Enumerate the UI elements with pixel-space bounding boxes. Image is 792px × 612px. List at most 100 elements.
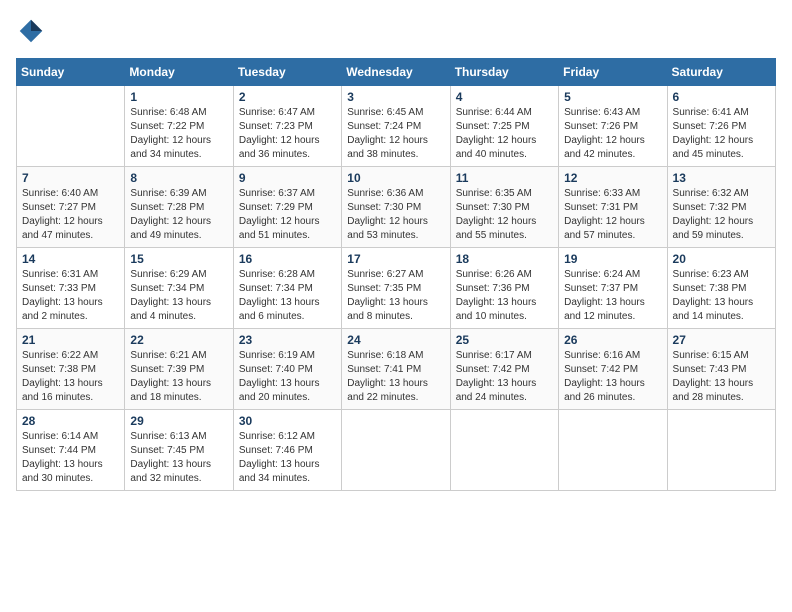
cell-content: Sunrise: 6:44 AMSunset: 7:25 PMDaylight:… <box>456 106 553 162</box>
calendar-week-row: 1 Sunrise: 6:48 AMSunset: 7:22 PMDaylight… <box>17 86 776 167</box>
cell-content: Sunrise: 6:14 AMSunset: 7:44 PMDaylight:… <box>22 430 119 486</box>
day-number: 13 <box>673 171 770 185</box>
page-header <box>16 16 776 46</box>
cell-content: Sunrise: 6:31 AMSunset: 7:33 PMDaylight:… <box>22 268 119 324</box>
calendar-cell <box>17 86 125 167</box>
day-number: 8 <box>130 171 227 185</box>
calendar-cell: 8 Sunrise: 6:39 AMSunset: 7:28 PMDaylight… <box>125 167 233 248</box>
day-number: 23 <box>239 333 336 347</box>
col-header-wednesday: Wednesday <box>342 59 450 86</box>
logo-icon <box>16 16 46 46</box>
calendar-cell: 29Sunrise: 6:13 AMSunset: 7:45 PMDayligh… <box>125 410 233 491</box>
calendar-cell: 11 Sunrise: 6:35 AMSunset: 7:30 PMDayligh… <box>450 167 558 248</box>
calendar-table: SundayMondayTuesdayWednesdayThursdayFrid… <box>16 58 776 491</box>
day-number: 22 <box>130 333 227 347</box>
calendar-cell: 17 Sunrise: 6:27 AMSunset: 7:35 PMDayligh… <box>342 248 450 329</box>
cell-content: Sunrise: 6:26 AMSunset: 7:36 PMDaylight:… <box>456 268 553 324</box>
day-number: 17 <box>347 252 444 266</box>
col-header-thursday: Thursday <box>450 59 558 86</box>
day-number: 27 <box>673 333 770 347</box>
day-number: 12 <box>564 171 661 185</box>
col-header-friday: Friday <box>559 59 667 86</box>
day-number: 9 <box>239 171 336 185</box>
day-number: 25 <box>456 333 553 347</box>
cell-content: Sunrise: 6:15 AMSunset: 7:43 PMDaylight:… <box>673 349 770 405</box>
day-number: 28 <box>22 414 119 428</box>
day-number: 2 <box>239 90 336 104</box>
day-number: 24 <box>347 333 444 347</box>
calendar-cell: 26 Sunrise: 6:16 AMSunset: 7:42 PMDayligh… <box>559 329 667 410</box>
cell-content: Sunrise: 6:29 AMSunset: 7:34 PMDaylight:… <box>130 268 227 324</box>
calendar-cell: 7 Sunrise: 6:40 AMSunset: 7:27 PMDaylight… <box>17 167 125 248</box>
day-number: 30 <box>239 414 336 428</box>
day-number: 29 <box>130 414 227 428</box>
calendar-cell: 6 Sunrise: 6:41 AMSunset: 7:26 PMDaylight… <box>667 86 775 167</box>
cell-content: Sunrise: 6:22 AMSunset: 7:38 PMDaylight:… <box>22 349 119 405</box>
calendar-cell <box>342 410 450 491</box>
cell-content: Sunrise: 6:17 AMSunset: 7:42 PMDaylight:… <box>456 349 553 405</box>
cell-content: Sunrise: 6:35 AMSunset: 7:30 PMDaylight:… <box>456 187 553 243</box>
col-header-tuesday: Tuesday <box>233 59 341 86</box>
calendar-cell: 20 Sunrise: 6:23 AMSunset: 7:38 PMDayligh… <box>667 248 775 329</box>
cell-content: Sunrise: 6:23 AMSunset: 7:38 PMDaylight:… <box>673 268 770 324</box>
day-number: 15 <box>130 252 227 266</box>
day-number: 3 <box>347 90 444 104</box>
calendar-week-row: 14Sunrise: 6:31 AMSunset: 7:33 PMDayligh… <box>17 248 776 329</box>
cell-content: Sunrise: 6:47 AMSunset: 7:23 PMDaylight:… <box>239 106 336 162</box>
calendar-cell <box>559 410 667 491</box>
col-header-sunday: Sunday <box>17 59 125 86</box>
cell-content: Sunrise: 6:43 AMSunset: 7:26 PMDaylight:… <box>564 106 661 162</box>
day-number: 16 <box>239 252 336 266</box>
day-number: 7 <box>22 171 119 185</box>
cell-content: Sunrise: 6:37 AMSunset: 7:29 PMDaylight:… <box>239 187 336 243</box>
calendar-cell: 4 Sunrise: 6:44 AMSunset: 7:25 PMDaylight… <box>450 86 558 167</box>
calendar-week-row: 28 Sunrise: 6:14 AMSunset: 7:44 PMDayligh… <box>17 410 776 491</box>
calendar-header-row: SundayMondayTuesdayWednesdayThursdayFrid… <box>17 59 776 86</box>
calendar-cell <box>450 410 558 491</box>
calendar-cell: 19Sunrise: 6:24 AMSunset: 7:37 PMDayligh… <box>559 248 667 329</box>
col-header-monday: Monday <box>125 59 233 86</box>
calendar-cell: 13 Sunrise: 6:32 AMSunset: 7:32 PMDayligh… <box>667 167 775 248</box>
calendar-cell: 23 Sunrise: 6:19 AMSunset: 7:40 PMDayligh… <box>233 329 341 410</box>
calendar-cell: 18Sunrise: 6:26 AMSunset: 7:36 PMDayligh… <box>450 248 558 329</box>
day-number: 21 <box>22 333 119 347</box>
calendar-cell: 10Sunrise: 6:36 AMSunset: 7:30 PMDayligh… <box>342 167 450 248</box>
calendar-cell: 15 Sunrise: 6:29 AMSunset: 7:34 PMDayligh… <box>125 248 233 329</box>
logo <box>16 16 50 46</box>
calendar-cell: 27 Sunrise: 6:15 AMSunset: 7:43 PMDayligh… <box>667 329 775 410</box>
calendar-cell <box>667 410 775 491</box>
cell-content: Sunrise: 6:41 AMSunset: 7:26 PMDaylight:… <box>673 106 770 162</box>
cell-content: Sunrise: 6:32 AMSunset: 7:32 PMDaylight:… <box>673 187 770 243</box>
day-number: 11 <box>456 171 553 185</box>
day-number: 20 <box>673 252 770 266</box>
col-header-saturday: Saturday <box>667 59 775 86</box>
day-number: 5 <box>564 90 661 104</box>
cell-content: Sunrise: 6:12 AMSunset: 7:46 PMDaylight:… <box>239 430 336 486</box>
calendar-cell: 22 Sunrise: 6:21 AMSunset: 7:39 PMDayligh… <box>125 329 233 410</box>
cell-content: Sunrise: 6:21 AMSunset: 7:39 PMDaylight:… <box>130 349 227 405</box>
cell-content: Sunrise: 6:19 AMSunset: 7:40 PMDaylight:… <box>239 349 336 405</box>
cell-content: Sunrise: 6:27 AMSunset: 7:35 PMDaylight:… <box>347 268 444 324</box>
cell-content: Sunrise: 6:18 AMSunset: 7:41 PMDaylight:… <box>347 349 444 405</box>
cell-content: Sunrise: 6:39 AMSunset: 7:28 PMDaylight:… <box>130 187 227 243</box>
day-number: 1 <box>130 90 227 104</box>
calendar-week-row: 7 Sunrise: 6:40 AMSunset: 7:27 PMDaylight… <box>17 167 776 248</box>
calendar-cell: 3Sunrise: 6:45 AMSunset: 7:24 PMDaylight… <box>342 86 450 167</box>
calendar-cell: 9 Sunrise: 6:37 AMSunset: 7:29 PMDaylight… <box>233 167 341 248</box>
cell-content: Sunrise: 6:36 AMSunset: 7:30 PMDaylight:… <box>347 187 444 243</box>
day-number: 6 <box>673 90 770 104</box>
cell-content: Sunrise: 6:40 AMSunset: 7:27 PMDaylight:… <box>22 187 119 243</box>
day-number: 26 <box>564 333 661 347</box>
calendar-week-row: 21 Sunrise: 6:22 AMSunset: 7:38 PMDayligh… <box>17 329 776 410</box>
calendar-cell: 21 Sunrise: 6:22 AMSunset: 7:38 PMDayligh… <box>17 329 125 410</box>
cell-content: Sunrise: 6:16 AMSunset: 7:42 PMDaylight:… <box>564 349 661 405</box>
cell-content: Sunrise: 6:33 AMSunset: 7:31 PMDaylight:… <box>564 187 661 243</box>
calendar-cell: 1 Sunrise: 6:48 AMSunset: 7:22 PMDaylight… <box>125 86 233 167</box>
day-number: 4 <box>456 90 553 104</box>
calendar-cell: 16Sunrise: 6:28 AMSunset: 7:34 PMDayligh… <box>233 248 341 329</box>
day-number: 19 <box>564 252 661 266</box>
cell-content: Sunrise: 6:48 AMSunset: 7:22 PMDaylight:… <box>130 106 227 162</box>
calendar-cell: 2 Sunrise: 6:47 AMSunset: 7:23 PMDaylight… <box>233 86 341 167</box>
calendar-cell: 14Sunrise: 6:31 AMSunset: 7:33 PMDayligh… <box>17 248 125 329</box>
calendar-cell: 28 Sunrise: 6:14 AMSunset: 7:44 PMDayligh… <box>17 410 125 491</box>
